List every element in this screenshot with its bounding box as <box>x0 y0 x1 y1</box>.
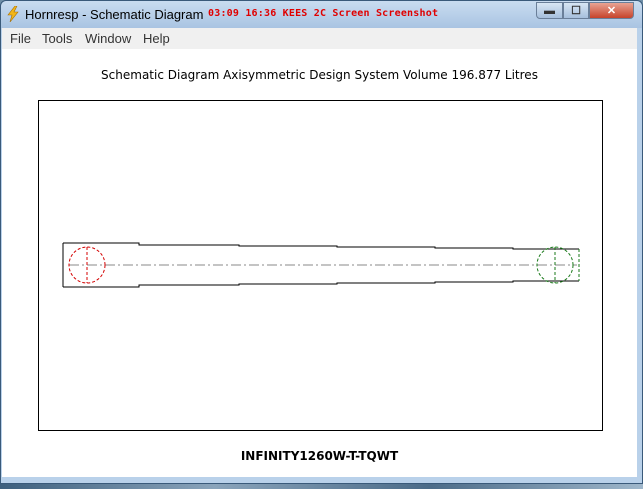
menu-file[interactable]: File <box>10 31 31 46</box>
title-bar[interactable]: Hornresp - Schematic Diagram 03:09 16:36… <box>1 1 642 28</box>
menu-tools[interactable]: Tools <box>42 31 72 46</box>
minimize-button[interactable]: ▬ <box>536 2 563 19</box>
schematic-diagram <box>62 242 580 288</box>
window-title: Hornresp - Schematic Diagram <box>25 7 204 22</box>
menu-window[interactable]: Window <box>85 31 131 46</box>
horn-outline-bottom <box>63 280 579 288</box>
desktop-background-strip <box>0 484 643 489</box>
schematic-diagram-frame <box>38 100 603 431</box>
client-area: Schematic Diagram Axisymmetric Design Sy… <box>2 49 637 477</box>
maximize-button[interactable]: ☐ <box>563 2 589 19</box>
screen-recorder-overlay: 03:09 16:36 KEES 2C Screen Screenshot <box>208 8 439 19</box>
menu-bar: File Tools Window Help <box>2 28 637 50</box>
lightning-icon <box>7 6 19 22</box>
minimize-icon: ▬ <box>544 4 555 17</box>
maximize-icon: ☐ <box>571 5 581 17</box>
diagram-heading: Schematic Diagram Axisymmetric Design Sy… <box>101 68 538 82</box>
menu-help[interactable]: Help <box>143 31 170 46</box>
close-icon: ✕ <box>606 5 617 17</box>
design-name-label: INFINITY1260W-T-TQWT <box>240 449 399 463</box>
close-button[interactable]: ✕ <box>589 2 634 19</box>
horn-outline <box>63 242 579 250</box>
app-window: Hornresp - Schematic Diagram 03:09 16:36… <box>0 0 643 484</box>
